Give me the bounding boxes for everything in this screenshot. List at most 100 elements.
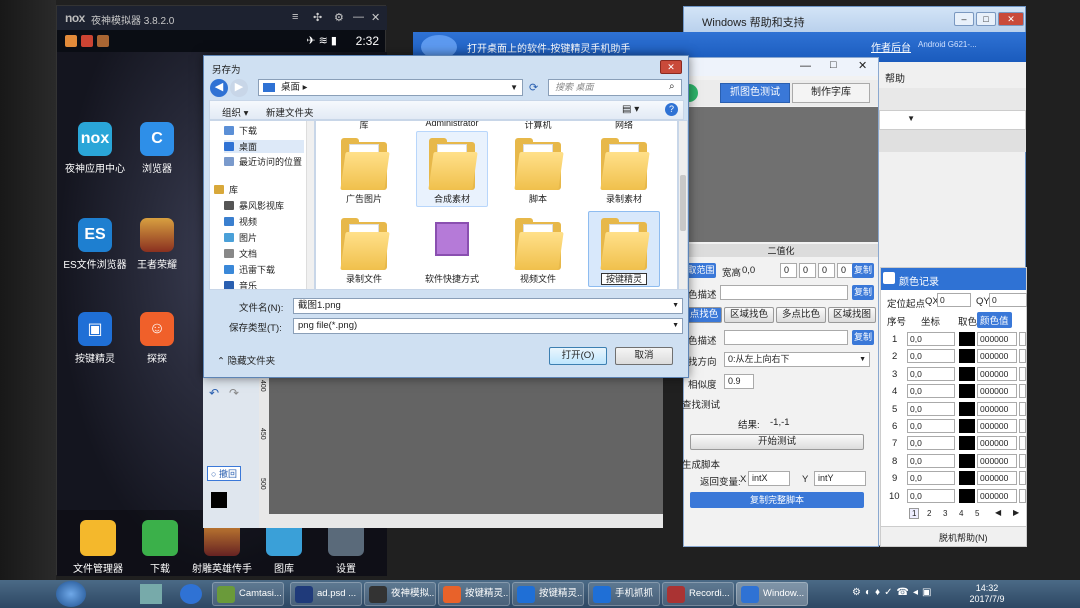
coord-input[interactable]: 0,0 [907, 471, 955, 486]
horizontal-scrollbar[interactable] [259, 514, 663, 528]
color-value-input[interactable]: 000000 [977, 488, 1017, 503]
nav-item-download-folder[interactable]: 下载 [224, 124, 257, 137]
help-icon[interactable]: ? [665, 103, 678, 116]
coord-input[interactable]: 0,0 [907, 401, 955, 416]
desc-input-1[interactable] [720, 285, 848, 300]
view-icon[interactable]: ▤ ▾ [622, 104, 639, 115]
tab-make-font[interactable]: 制作字库 [792, 83, 870, 103]
taskbar-item[interactable]: Window... [736, 582, 808, 606]
back-icon[interactable]: ◀ [210, 79, 228, 97]
help-title-bar[interactable]: Windows 帮助和支持 – □ ✕ [684, 7, 1025, 33]
offline-help-button[interactable]: 脱机帮助(N) [939, 531, 988, 544]
quicklaunch-icon[interactable] [180, 584, 202, 604]
color-swatch[interactable] [959, 419, 975, 433]
taskbar-item[interactable]: 按键精灵... [438, 582, 510, 606]
cancel-button[interactable]: 取消 [615, 347, 673, 365]
copy-full-script-button[interactable]: 复制完整脚本 [690, 492, 864, 508]
copy-desc-button-2[interactable]: 复制 [852, 330, 874, 345]
help-select[interactable]: ▼ [879, 110, 1026, 130]
color-value-input[interactable]: 000000 [977, 419, 1017, 433]
page-1[interactable]: 1 [909, 508, 920, 519]
scroll-thumb[interactable] [680, 175, 686, 231]
x-var-input[interactable]: intX [748, 471, 790, 486]
color-swatch-icon[interactable] [211, 492, 227, 508]
folder-item[interactable]: 广告图片 [328, 131, 400, 207]
nav-item-document[interactable]: 文档 [224, 247, 257, 260]
extra-cell[interactable] [1019, 453, 1026, 468]
page-4[interactable]: 4 [959, 509, 963, 518]
color-value-input[interactable]: 000000 [977, 453, 1017, 468]
extra-cell[interactable] [1019, 401, 1026, 416]
folder-item[interactable]: 合成素材 [416, 131, 488, 207]
copy-desc-button-1[interactable]: 复制 [852, 285, 874, 300]
range-x1[interactable]: 0 [780, 263, 797, 278]
pin-icon[interactable]: ✣ [313, 11, 322, 24]
tray-icons[interactable]: ⚙◐♦✓☎◂▣ [852, 587, 967, 601]
menu-icon[interactable]: ≡ [292, 11, 298, 23]
navigation-pane[interactable]: 下载 桌面 最近访问的位置库暴风影视库 视频 图片 文档 迅雷下载 音乐 [209, 120, 315, 290]
system-clock[interactable]: 14:32 2017/7/9 [962, 583, 1012, 605]
search-input[interactable]: 搜索 桌面 [548, 79, 682, 96]
taskbar-item[interactable]: 夜神模拟... [364, 582, 436, 606]
image-editor-canvas[interactable]: ↶ ↷ ○ 撤回 400 450 500 [203, 370, 663, 528]
coord-input[interactable]: 0,0 [907, 436, 955, 451]
page-5[interactable]: 5 [975, 509, 979, 518]
color-swatch[interactable] [959, 332, 975, 346]
help-menu-item[interactable]: 帮助 [885, 70, 905, 85]
color-value-input[interactable]: 000000 [977, 401, 1017, 416]
coord-input[interactable]: 0,0 [907, 332, 955, 346]
copy-range-button[interactable]: 复制 [852, 263, 874, 278]
tool-title-bar[interactable]: — □ ✕ [684, 58, 878, 76]
nav-item-library[interactable]: 库 [214, 183, 238, 196]
close-button[interactable]: ✕ [998, 12, 1024, 26]
extra-cell[interactable] [1019, 349, 1026, 364]
undo-icon[interactable]: ↶ [209, 386, 219, 400]
coord-input[interactable]: 0,0 [907, 384, 955, 399]
minimize-icon[interactable]: — [353, 11, 364, 23]
folder-item[interactable]: 按键精灵 [588, 211, 660, 287]
nav-item-desktop[interactable]: 桌面 [224, 140, 304, 153]
extra-cell[interactable] [1019, 436, 1026, 451]
desc-input-2[interactable] [724, 330, 848, 345]
extra-cell[interactable] [1019, 419, 1026, 433]
direction-select[interactable]: 0:从左上向右下 ▼ [724, 352, 870, 367]
prev-page-icon[interactable]: ◀ [995, 508, 1001, 517]
maximize-button[interactable]: □ [976, 12, 996, 26]
extra-cell[interactable] [1019, 384, 1026, 399]
range-y1[interactable]: 0 [799, 263, 816, 278]
author-link[interactable]: 作者后台 [871, 39, 911, 54]
app-tantan[interactable]: ☺ 探探 [117, 312, 197, 365]
range-x2[interactable]: 0 [818, 263, 835, 278]
chevron-down-icon[interactable]: ▼ [672, 319, 679, 333]
taskbar-item[interactable]: ad.psd ... [290, 582, 362, 606]
y-var-input[interactable]: intY [814, 471, 866, 486]
extra-cell[interactable] [1019, 332, 1026, 346]
nav-item-recent[interactable]: 最近访问的位置 [224, 155, 302, 168]
app-browser[interactable]: C 浏览器 [117, 122, 197, 175]
rename-input[interactable]: 按键精灵 [600, 273, 647, 285]
taskbar-item[interactable]: Camtasi... [212, 582, 284, 606]
color-swatch[interactable] [959, 453, 975, 468]
dock-settings[interactable]: 设置 [311, 520, 381, 575]
color-tool-window[interactable]: — □ ✕ 抓图色测试 制作字库 二值化 取范围 宽高 0,0 0 0 0 0 … [682, 57, 879, 547]
app-honor-of-kings[interactable]: 王者荣耀 [117, 218, 197, 271]
nav-item-music[interactable]: 音乐 [224, 279, 257, 289]
tool-close-button[interactable]: ✕ [858, 59, 867, 72]
nav-scrollbar[interactable] [306, 121, 314, 289]
qx-input[interactable]: 0 [937, 293, 971, 307]
file-view[interactable]: 库 Administrator 计算机 网络 广告图片 合成素材 脚本 录制素材 录制文件 软件… [315, 120, 678, 290]
color-value-input[interactable]: 000000 [977, 471, 1017, 486]
color-value-input[interactable]: 000000 [977, 332, 1017, 346]
open-button[interactable]: 打开(O) [549, 347, 607, 365]
similarity-input[interactable]: 0.9 [724, 374, 754, 389]
redo-icon[interactable]: ↷ [229, 386, 239, 400]
refresh-icon[interactable]: ⟳ [529, 81, 538, 94]
tab-capture-color[interactable]: 抓图色测试 [720, 83, 790, 103]
quicklaunch-icon[interactable] [140, 584, 162, 604]
color-swatch[interactable] [959, 488, 975, 503]
subtab-multi-compare[interactable]: 多点比色 [776, 307, 826, 323]
preview-area[interactable] [684, 107, 878, 242]
color-swatch[interactable] [959, 349, 975, 364]
canvas-area[interactable] [269, 370, 663, 514]
color-value-input[interactable]: 000000 [977, 349, 1017, 364]
